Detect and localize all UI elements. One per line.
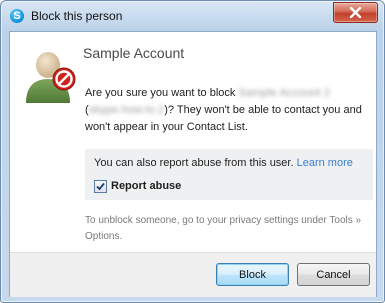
- dialog-content: Sample Account Are you sure you want to …: [9, 31, 377, 297]
- blocked-contact-id: skype.how.to.2: [88, 104, 165, 116]
- learn-more-link[interactable]: Learn more: [297, 157, 353, 169]
- close-button[interactable]: [333, 2, 378, 23]
- message-prefix: Are you sure you want to block: [85, 87, 239, 99]
- account-name: Sample Account: [83, 45, 185, 61]
- unblock-hint: To unblock someone, go to your privacy s…: [85, 215, 362, 242]
- blocked-contact-name: Sample Account 2: [238, 87, 331, 99]
- dialog-window: S Block this person Sample Account Are y…: [0, 0, 385, 303]
- block-button[interactable]: Block: [216, 263, 289, 286]
- report-info-text: You can also report abuse from this user…: [94, 157, 297, 169]
- report-abuse-checkbox[interactable]: [94, 180, 107, 193]
- skype-icon: S: [10, 9, 24, 23]
- report-abuse-label[interactable]: Report abuse: [111, 180, 181, 192]
- title-bar[interactable]: S Block this person: [1, 1, 384, 31]
- report-abuse-panel: You can also report abuse from this user…: [85, 149, 373, 200]
- window-title: Block this person: [31, 9, 123, 23]
- checkmark-icon: [96, 182, 105, 191]
- blocked-user-icon: [26, 52, 76, 103]
- report-abuse-info: You can also report abuse from this user…: [94, 157, 353, 169]
- block-confirmation-message: Are you sure you want to block Sample Ac…: [85, 85, 367, 136]
- cancel-button[interactable]: Cancel: [297, 263, 370, 286]
- button-bar: Block Cancel: [10, 252, 376, 297]
- close-icon: [349, 7, 362, 18]
